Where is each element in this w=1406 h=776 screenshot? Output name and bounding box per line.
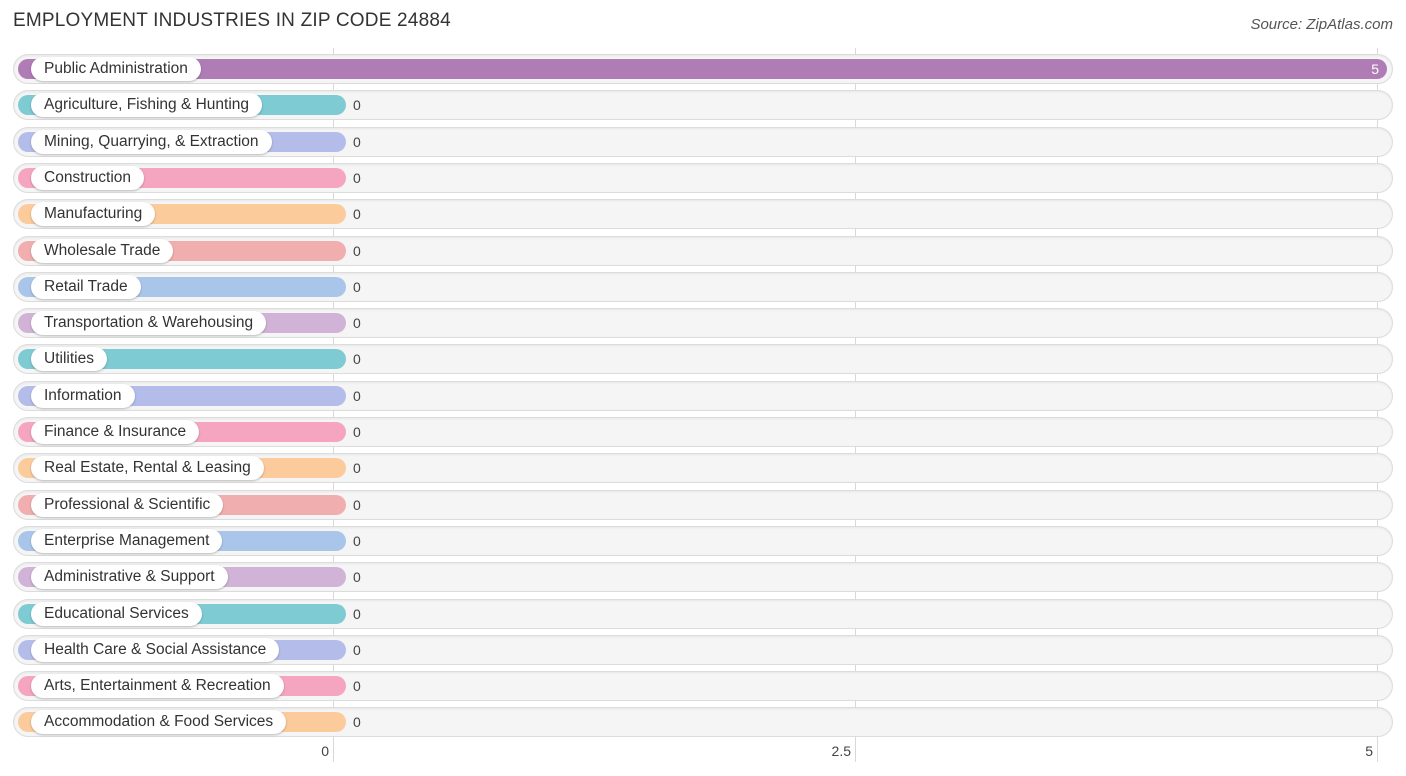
value-label: 0 (353, 714, 361, 730)
category-label: Retail Trade (31, 275, 141, 299)
category-label: Public Administration (31, 57, 201, 81)
value-label: 0 (353, 533, 361, 549)
value-label: 0 (353, 134, 361, 150)
value-label: 0 (353, 97, 361, 113)
x-tick-label: 5 (1365, 743, 1373, 759)
category-label: Manufacturing (31, 202, 156, 226)
value-label: 0 (353, 606, 361, 622)
category-label: Professional & Scientific (31, 493, 224, 517)
category-label: Construction (31, 166, 145, 190)
category-label: Agriculture, Fishing & Hunting (31, 93, 263, 117)
category-label: Enterprise Management (31, 529, 223, 553)
category-label: Mining, Quarrying, & Extraction (31, 130, 272, 154)
value-label: 0 (353, 206, 361, 222)
value-label: 0 (353, 279, 361, 295)
bar[interactable] (18, 59, 1387, 79)
value-label: 0 (353, 460, 361, 476)
category-label: Finance & Insurance (31, 420, 200, 444)
category-label: Administrative & Support (31, 565, 228, 589)
value-label: 0 (353, 315, 361, 331)
value-label: 0 (353, 497, 361, 513)
x-tick-label: 0 (321, 743, 329, 759)
category-label: Transportation & Warehousing (31, 311, 267, 335)
category-label: Information (31, 384, 135, 408)
category-label: Accommodation & Food Services (31, 710, 287, 734)
category-label: Health Care & Social Assistance (31, 638, 280, 662)
category-label: Wholesale Trade (31, 239, 174, 263)
category-label: Arts, Entertainment & Recreation (31, 674, 284, 698)
category-label: Educational Services (31, 602, 202, 626)
value-label: 0 (353, 569, 361, 585)
category-label: Utilities (31, 347, 107, 371)
value-label: 0 (353, 170, 361, 186)
bar-chart: 0 2.5 5 Public Administration 5 Agriculture, … (0, 0, 1406, 776)
value-label: 0 (353, 642, 361, 658)
category-label: Real Estate, Rental & Leasing (31, 456, 264, 480)
value-label: 0 (353, 388, 361, 404)
x-tick-label: 2.5 (831, 743, 851, 759)
value-label: 5 (1371, 61, 1379, 77)
value-label: 0 (353, 424, 361, 440)
value-label: 0 (353, 351, 361, 367)
value-label: 0 (353, 678, 361, 694)
value-label: 0 (353, 243, 361, 259)
